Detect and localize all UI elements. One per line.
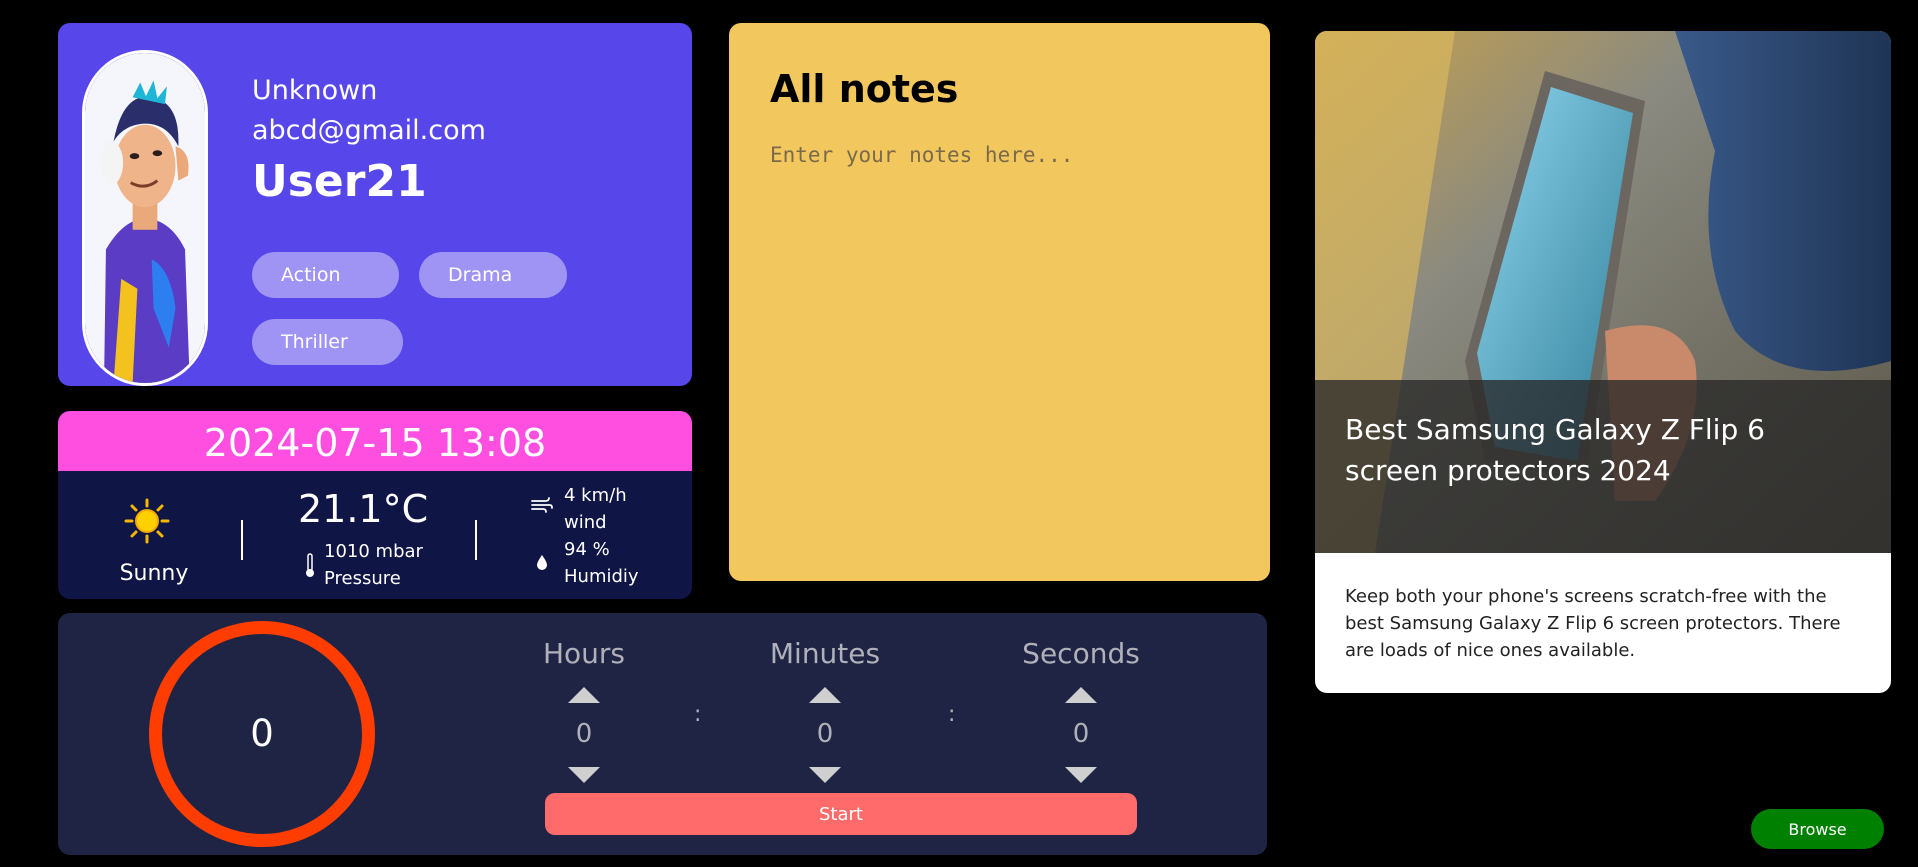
wind-value: 4 km/h [564, 485, 627, 506]
genre-chip-thriller[interactable]: Thriller [252, 319, 403, 365]
weather-condition: Sunny [119, 561, 189, 586]
timer-card: 0 Hours 0 : Minutes 0 : Seconds 0 Start [58, 613, 1267, 855]
weather-datetime: 2024-07-15 13:08 [58, 411, 692, 471]
profile-email: abcd@gmail.com [252, 115, 486, 146]
timer-display: 0 [250, 712, 274, 755]
hours-down-arrow-icon[interactable] [568, 767, 600, 783]
profile-username: User21 [252, 156, 427, 207]
start-button[interactable]: Start [545, 793, 1137, 835]
humidity-value: 94 % [564, 539, 610, 560]
notes-title: All notes [770, 67, 959, 111]
seconds-value: 0 [1072, 719, 1090, 749]
hours-up-arrow-icon[interactable] [568, 687, 600, 703]
weather-wind: 4 km/h wind [564, 482, 627, 536]
weather-humidity: 94 % Humidiy [564, 536, 639, 590]
avatar [82, 50, 208, 386]
pressure-value: 1010 mbar [324, 541, 423, 562]
timer-ring: 0 [149, 621, 375, 847]
profile-name: Unknown [252, 75, 378, 106]
thermometer-icon [306, 553, 314, 577]
weather-pressure: 1010 mbar Pressure [324, 538, 423, 592]
browse-button[interactable]: Browse [1751, 809, 1884, 849]
time-separator: : [948, 702, 956, 727]
hours-value: 0 [575, 719, 593, 749]
notes-card: All notes [729, 23, 1270, 581]
seconds-label: Seconds [1022, 637, 1140, 670]
news-card[interactable]: Best Samsung Galaxy Z Flip 6 screen prot… [1315, 31, 1891, 693]
minutes-down-arrow-icon[interactable] [809, 767, 841, 783]
pressure-label: Pressure [324, 568, 401, 589]
news-description: Keep both your phone's screens scratch-f… [1345, 586, 1841, 661]
seconds-up-arrow-icon[interactable] [1065, 687, 1097, 703]
news-title[interactable]: Best Samsung Galaxy Z Flip 6 screen prot… [1345, 409, 1865, 491]
weather-divider [475, 520, 477, 560]
genre-chip-drama[interactable]: Drama [419, 252, 567, 298]
profile-card: Unknown abcd@gmail.com User21 Action Dra… [58, 23, 692, 386]
weather-card: 2024-07-15 13:08 Sunny 21.1°C 1010 mbar … [58, 411, 692, 599]
minutes-value: 0 [816, 719, 834, 749]
wind-label: wind [564, 512, 607, 533]
humidity-label: Humidiy [564, 566, 639, 587]
minutes-up-arrow-icon[interactable] [809, 687, 841, 703]
hours-label: Hours [542, 637, 626, 670]
weather-temperature: 21.1°C [298, 487, 429, 531]
weather-divider [241, 520, 243, 560]
humidity-icon [537, 555, 547, 570]
notes-textarea[interactable] [770, 143, 1230, 543]
genre-chip-action[interactable]: Action [252, 252, 399, 298]
seconds-down-arrow-icon[interactable] [1065, 767, 1097, 783]
time-separator: : [694, 702, 702, 727]
minutes-label: Minutes [769, 637, 881, 670]
wind-icon [531, 497, 553, 513]
sun-icon [124, 498, 170, 544]
